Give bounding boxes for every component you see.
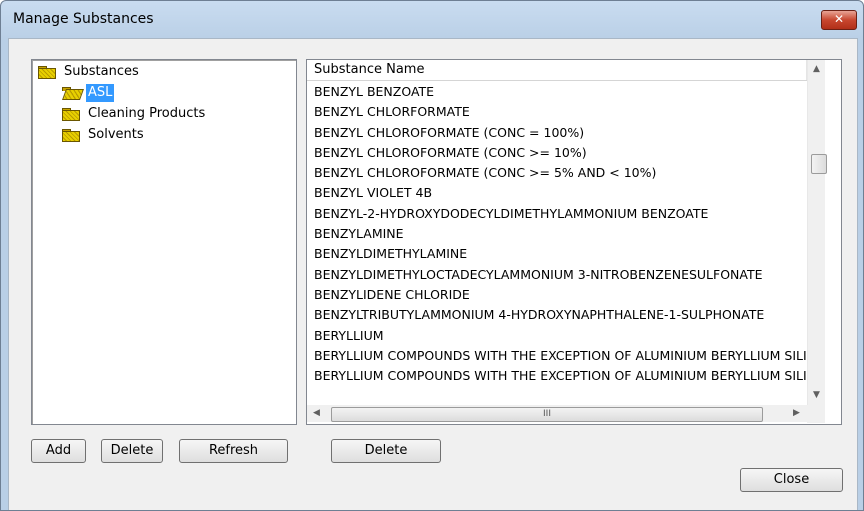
window-title: Manage Substances: [13, 11, 154, 27]
category-tree[interactable]: Substances ASL Cleaning Products Solvent…: [31, 59, 297, 425]
tree-node-label: ASL: [86, 84, 115, 102]
substance-row[interactable]: BENZYLIDENE CHLORIDE: [307, 285, 807, 305]
scroll-down-icon[interactable]: ▼: [813, 391, 820, 400]
title-bar[interactable]: Manage Substances ✕: [1, 1, 863, 39]
substance-row[interactable]: BENZYLTRIBUTYLAMMONIUM 4-HYDROXYNAPHTHAL…: [307, 305, 807, 325]
column-header-label: Substance Name: [314, 62, 425, 77]
substance-row[interactable]: BENZYLDIMETHYLOCTADECYLAMMONIUM 3-NITROB…: [307, 265, 807, 285]
tree-node-label: Substances: [64, 64, 139, 79]
tree-node-label: Cleaning Products: [88, 106, 206, 121]
substance-row[interactable]: BERYLLIUM COMPOUNDS WITH THE EXCEPTION O…: [307, 366, 807, 386]
tree-node-label: Solvents: [88, 127, 144, 142]
open-folder-icon: [61, 87, 85, 100]
vertical-scroll-thumb[interactable]: [811, 154, 827, 174]
manage-substances-window: Manage Substances ✕ Substances ASL Clean…: [0, 0, 864, 511]
substance-row[interactable]: BERYLLIUM COMPOUNDS WITH THE EXCEPTION O…: [307, 346, 807, 366]
scrollbar-corner: [807, 405, 825, 423]
substance-row[interactable]: BENZYL BENZOATE: [307, 82, 807, 102]
scroll-up-icon[interactable]: ▲: [813, 65, 820, 74]
column-header-substance-name[interactable]: Substance Name: [307, 60, 807, 81]
delete-category-button[interactable]: Delete: [101, 439, 163, 463]
folder-icon: [62, 129, 80, 142]
scroll-right-icon[interactable]: ▶: [793, 409, 800, 418]
horizontal-scrollbar[interactable]: ◀ III ▶: [307, 405, 807, 422]
window-close-icon[interactable]: ✕: [821, 10, 857, 30]
substance-row[interactable]: BENZYL CHLOROFORMATE (CONC >= 10%): [307, 143, 807, 163]
substance-row[interactable]: BENZYL CHLOROFORMATE (CONC = 100%): [307, 123, 807, 143]
delete-substance-button[interactable]: Delete: [331, 439, 441, 463]
substance-row[interactable]: BENZYL CHLOROFORMATE (CONC >= 5% AND < 1…: [307, 163, 807, 183]
substance-rows: BENZYL BENZOATE BENZYL CHLORFORMATE BENZYL…: [307, 82, 807, 404]
vertical-scrollbar[interactable]: ▲ ▼: [807, 60, 827, 405]
substance-row[interactable]: BENZYL-2-HYDROXYDODECYLDIMETHYLAMMONIUM …: [307, 204, 807, 224]
substance-row[interactable]: BENZYLDIMETHYLAMINE: [307, 244, 807, 264]
scroll-left-icon[interactable]: ◀: [313, 409, 320, 418]
substance-row[interactable]: BENZYLAMINE: [307, 224, 807, 244]
refresh-button[interactable]: Refresh: [179, 439, 288, 463]
horizontal-scroll-thumb[interactable]: III: [331, 407, 763, 422]
substance-list[interactable]: Substance Name BENZYL BENZOATE BENZYL CHL…: [306, 59, 842, 425]
folder-icon: [38, 66, 56, 79]
substance-row[interactable]: BENZYL VIOLET 4B: [307, 183, 807, 203]
substance-row[interactable]: BERYLLIUM: [307, 326, 807, 346]
dialog-client-area: Substances ASL Cleaning Products Solvent…: [8, 38, 858, 510]
close-button[interactable]: Close: [740, 468, 843, 492]
substance-row[interactable]: BENZYL CHLORFORMATE: [307, 102, 807, 122]
add-button[interactable]: Add: [31, 439, 86, 463]
folder-icon: [62, 108, 80, 121]
